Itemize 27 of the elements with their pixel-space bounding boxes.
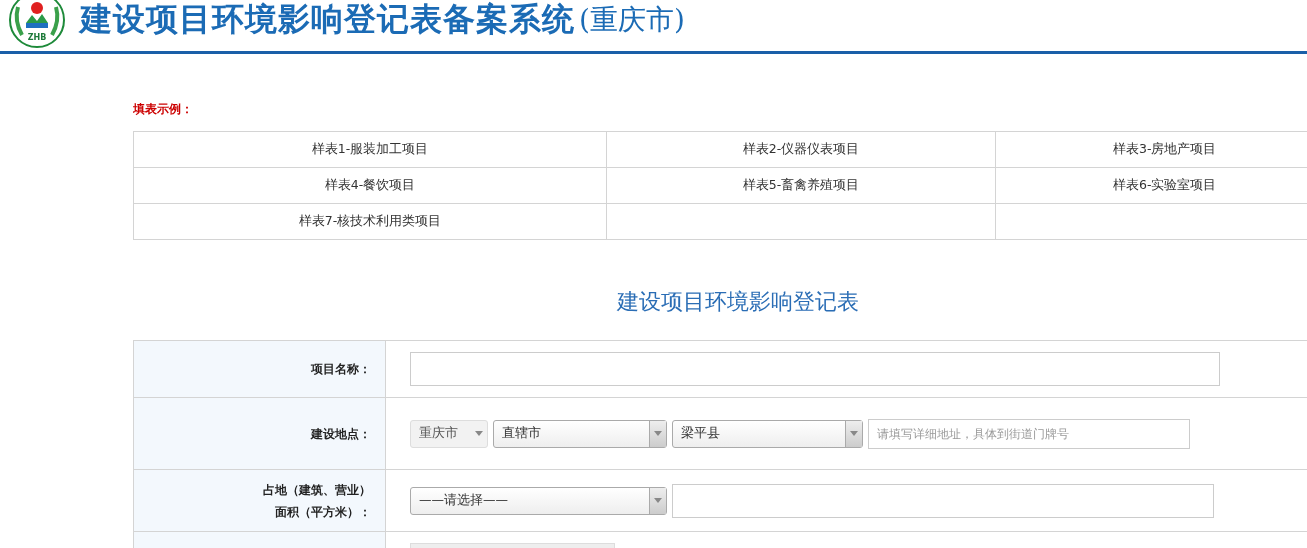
dropdown[interactable]: 梁平县	[672, 419, 863, 448]
sample-link[interactable]: 样表4-餐饮项目	[324, 177, 416, 194]
field-label: 面积（平方米）：	[275, 503, 371, 521]
form-title: 建设项目环境影响登记表	[617, 288, 859, 316]
logo-text: ZHB	[27, 32, 47, 42]
caret-icon	[475, 431, 483, 436]
field-label: 建设地点：	[311, 425, 371, 443]
caret-icon	[850, 431, 858, 436]
dropdown[interactable]: 直辖市	[493, 419, 667, 448]
sample-link[interactable]: 样表5-畜禽养殖项目	[742, 177, 860, 194]
caret-icon	[654, 431, 662, 436]
sample-link[interactable]: 样表3-房地产项目	[1113, 141, 1217, 158]
dropdown[interactable]: ——请选择——	[410, 486, 667, 515]
sample-link[interactable]: 样表2-仪器仪表项目	[742, 141, 860, 158]
caret-icon	[654, 498, 662, 503]
input-field[interactable]	[672, 483, 1214, 518]
site-title: 建设项目环境影响登记表备案系统	[80, 0, 575, 40]
section-label: 填表示例：	[133, 101, 193, 118]
input-field[interactable]: 请填写详细地址，具体到街道门牌号	[868, 418, 1190, 449]
field-label: 占地（建筑、营业）	[263, 481, 371, 499]
input-field[interactable]	[410, 352, 1220, 386]
sample-link[interactable]: 样表7-核技术利用类项目	[298, 213, 442, 230]
sample-link[interactable]: 样表6-实验室项目	[1113, 177, 1217, 194]
field-label: 项目名称：	[311, 361, 371, 378]
region-label: (重庆市)	[579, 1, 685, 38]
logo-icon	[9, 0, 65, 48]
sample-link[interactable]: 样表1-服装加工项目	[311, 141, 429, 158]
